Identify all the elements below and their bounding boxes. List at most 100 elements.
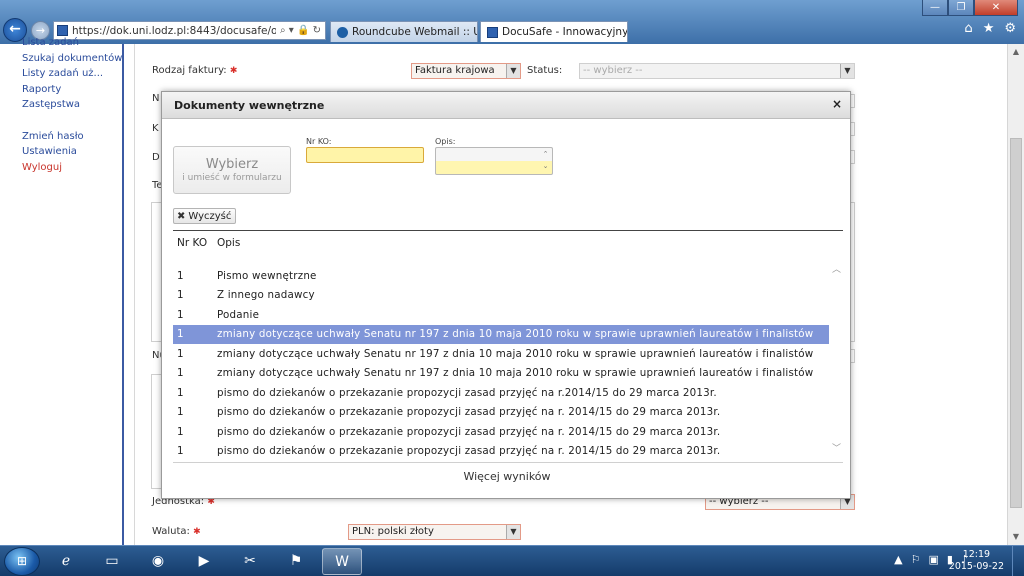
row-nr-ko: 1 (177, 289, 184, 302)
minimize-button[interactable]: — (922, 0, 948, 16)
table-row[interactable]: 1 Z innego nadawcy (173, 286, 829, 306)
table-row[interactable]: 1 Podanie (173, 305, 829, 325)
field-stub-label: K (152, 123, 159, 134)
opis-label: Opis: (435, 137, 456, 146)
tools-taskbar-icon[interactable]: ✂ (230, 548, 270, 575)
row-nr-ko: 1 (177, 406, 184, 419)
column-header-nr-ko[interactable]: Nr KO (177, 237, 207, 249)
select-insert-button[interactable]: Wybierz i umieść w formularzu (173, 146, 291, 194)
docusafe-favicon-icon (487, 26, 498, 38)
scroll-down-icon[interactable]: ▼ (1008, 529, 1024, 545)
results-scrollbar[interactable]: ︿ ﹀ (832, 262, 844, 454)
tray-device-icon[interactable]: ▣ (929, 553, 939, 566)
chevron-up-icon[interactable]: ︿ (832, 262, 841, 275)
scroll-up-icon[interactable]: ▲ (1008, 44, 1024, 60)
select-button-sublabel: i umieść w formularzu (182, 173, 282, 183)
row-nr-ko: 1 (177, 328, 184, 341)
acrobat-taskbar-icon[interactable]: ⚑ (276, 548, 316, 575)
row-opis: zmiany dotyczące uchwały Senatu nr 197 z… (217, 347, 814, 360)
results-bottom-divider (173, 462, 843, 463)
invoice-type-label-text: Rodzaj faktury: (152, 65, 227, 76)
browser-toolbar: ⌂ ★ ⚙ (964, 21, 1016, 36)
required-mark-icon: ✱ (229, 66, 238, 76)
windows-logo-icon: ⊞ (16, 554, 28, 568)
select-button-label: Wybierz (205, 157, 259, 172)
chevron-down-icon: ▼ (840, 64, 854, 78)
table-row[interactable]: 1 pismo do dziekanów o przekazanie propoz… (173, 383, 829, 403)
word-taskbar-icon[interactable]: W (322, 548, 362, 575)
row-nr-ko: 1 (177, 445, 184, 458)
chevron-down-icon: ▼ (506, 64, 520, 78)
home-icon[interactable]: ⌂ (964, 21, 972, 36)
row-nr-ko: 1 (177, 347, 184, 360)
more-results-link[interactable]: Więcej wyników (162, 470, 852, 483)
row-opis: pismo do dziekanów o przekazanie propozy… (217, 406, 721, 419)
opis-scroll-arrows[interactable]: ⌃ ⌄ (539, 148, 552, 174)
row-opis: pismo do dziekanów o przekazanie propozy… (217, 445, 721, 458)
maximize-button[interactable]: ❐ (948, 0, 974, 16)
table-row[interactable]: 1 zmiany dotyczące uchwały Senatu nr 197 … (173, 364, 829, 384)
chrome-taskbar-icon[interactable]: ◉ (138, 548, 178, 575)
tray-flag-icon[interactable]: ⚐ (911, 553, 921, 566)
show-desktop-button[interactable] (1012, 546, 1024, 576)
favorites-star-icon[interactable]: ★ (983, 21, 995, 36)
field-stub-label: N (152, 93, 160, 104)
chevron-down-icon[interactable]: ⌄ (539, 160, 552, 172)
table-row[interactable]: 1 zmiany dotyczące uchwały Senatu nr 197 … (173, 344, 829, 364)
chevron-down-icon[interactable]: ﹀ (832, 441, 841, 454)
clock-date: 2015-09-22 (948, 561, 1004, 572)
table-row[interactable]: 1 Pismo wewnętrzne (173, 266, 829, 286)
browser-chrome: — ❐ ✕ ← → https://dok.uni.lodz.pl:8443/d… (0, 0, 1024, 44)
clear-x-icon: ✖ (177, 210, 186, 222)
roundcube-favicon-icon (337, 26, 348, 38)
required-mark-icon: ✱ (193, 527, 201, 537)
row-nr-ko: 1 (177, 308, 184, 321)
row-opis: pismo do dziekanów o przekazanie propozy… (217, 386, 717, 399)
settings-gear-icon[interactable]: ⚙ (1004, 21, 1016, 36)
clear-button[interactable]: ✖ Wyczyść (173, 208, 236, 224)
row-opis: Pismo wewnętrzne (217, 269, 317, 282)
results-list: 1 Pismo wewnętrzne 1 Z innego nadawcy 1 Podan… (173, 266, 829, 461)
tab-label: DocuSafe - Innowacyjny ob... (502, 26, 628, 38)
row-opis: Z innego nadawcy (217, 289, 315, 302)
media-player-taskbar-icon[interactable]: ▶ (184, 548, 224, 575)
clock-time: 12:19 (962, 549, 991, 560)
currency-value: PLN: polski złoty (352, 526, 434, 537)
taskbar-clock[interactable]: 12:19 2015-09-22 (949, 549, 1004, 573)
chevron-up-icon[interactable]: ⌃ (539, 148, 552, 160)
currency-select[interactable]: PLN: polski złoty ▼ (348, 524, 521, 540)
nr-ko-input[interactable] (306, 147, 424, 163)
invoice-type-select[interactable]: Faktura krajowa ▼ (411, 63, 521, 79)
table-row[interactable]: 1 pismo do dziekanów o przekazanie propoz… (173, 442, 829, 462)
file-explorer-taskbar-icon[interactable]: ▭ (92, 548, 132, 575)
internet-explorer-taskbar-icon[interactable]: ℯ (46, 548, 86, 575)
start-button[interactable]: ⊞ (4, 547, 40, 576)
window-controls: — ❐ ✕ (922, 0, 1018, 16)
nr-ko-label: Nr KO: (306, 137, 332, 146)
row-nr-ko: 1 (177, 386, 184, 399)
tray-arrow-icon[interactable]: ▲ (894, 553, 902, 566)
table-row[interactable]: 1 pismo do dziekanów o przekazanie propoz… (173, 422, 829, 442)
status-label: Status: (527, 65, 563, 76)
dialog-close-icon[interactable]: × (832, 97, 842, 111)
clear-button-label: Wyczyść (188, 210, 232, 222)
address-bar-icons[interactable]: ⌕ ▾ 🔒 ↻ (276, 25, 325, 36)
close-window-button[interactable]: ✕ (974, 0, 1018, 16)
currency-label-text: Waluta: (152, 526, 190, 537)
scrollbar-thumb[interactable] (1010, 138, 1022, 508)
row-nr-ko: 1 (177, 367, 184, 380)
status-select[interactable]: -- wybierz -- ▼ (579, 63, 855, 79)
tab-docusafe[interactable]: DocuSafe - Innowacyjny ob... ✕ (480, 21, 628, 42)
table-row[interactable]: 1 pismo do dziekanów o przekazanie propoz… (173, 403, 829, 423)
opis-input[interactable] (435, 147, 553, 175)
table-row[interactable]: 1 zmiany dotyczące uchwały Senatu nr 197 … (173, 324, 829, 344)
row-opis: zmiany dotyczące uchwały Senatu nr 197 z… (217, 328, 814, 341)
currency-label: Waluta: ✱ (152, 526, 201, 537)
dialog-header: Dokumenty wewnętrzne × (162, 92, 850, 119)
chevron-down-icon: ▼ (506, 525, 520, 539)
row-opis: zmiany dotyczące uchwały Senatu nr 197 z… (217, 367, 814, 380)
tab-roundcube-webmail[interactable]: Roundcube Webmail :: Utwórz ... (330, 21, 478, 42)
page-scrollbar[interactable]: ▲ ▼ (1007, 44, 1024, 545)
column-header-opis[interactable]: Opis (217, 237, 240, 249)
row-opis: Podanie (217, 308, 260, 321)
